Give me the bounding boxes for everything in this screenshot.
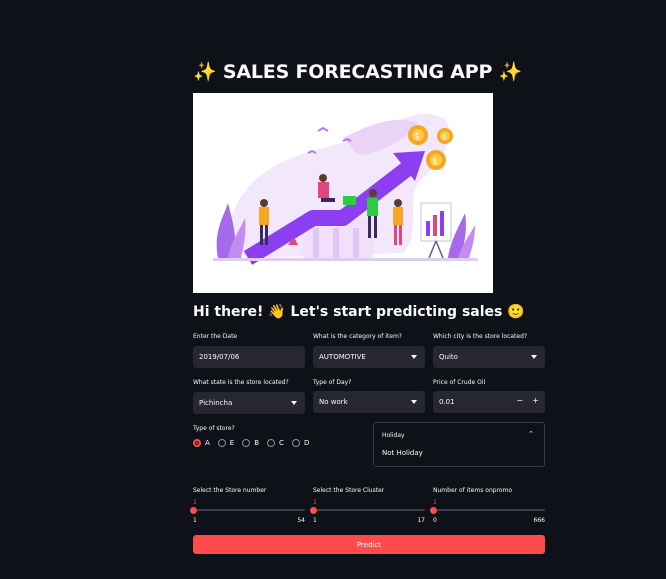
onpromo-slider[interactable]: 1 0 666 [430, 499, 545, 539]
store-type-radio-group: A E B C D [193, 439, 309, 447]
chevron-up-icon[interactable]: ⌃ [528, 430, 534, 438]
page-title: ✨ SALES FORECASTING APP ✨ [193, 60, 545, 83]
city-select[interactable]: Quito [433, 346, 545, 368]
category-select-value: AUTOMOTIVE [319, 353, 366, 361]
slider-max: 666 [533, 517, 545, 524]
slider-max: 54 [297, 517, 305, 524]
slider-min: 0 [433, 517, 437, 524]
radio-label: D [303, 439, 310, 447]
slider-max: 17 [417, 517, 425, 524]
category-label: What is the category of item? [313, 333, 402, 340]
svg-text:$: $ [414, 132, 420, 142]
plus-icon[interactable]: + [532, 396, 539, 405]
greeting-heading: Hi there! 👋 Let's start predicting sales… [193, 304, 525, 320]
page-title-text: SALES FORECASTING APP [222, 61, 493, 83]
radio-label: A [205, 439, 210, 447]
predict-button[interactable]: Predict [193, 535, 545, 554]
city-label: Which city is the store located? [433, 333, 528, 340]
store-type-option-a[interactable]: A [193, 439, 210, 447]
state-select[interactable]: Pichincha [193, 392, 305, 414]
store-cluster-slider[interactable]: 1 1 17 [310, 499, 425, 539]
store-type-option-b[interactable]: B [242, 439, 259, 447]
oil-price-value: 0.01 [439, 398, 455, 406]
slider-track[interactable] [433, 509, 545, 511]
slider-current-value: 1 [433, 499, 437, 506]
radio-selected-icon [193, 439, 201, 447]
store-number-label: Select the Store number [193, 487, 267, 494]
radio-label: C [279, 439, 284, 447]
radio-label: E [229, 439, 235, 447]
slider-current-value: 1 [313, 499, 317, 506]
date-input[interactable]: 2019/07/06 [193, 346, 305, 368]
state-select-value: Pichincha [199, 399, 233, 407]
radio-label: B [254, 439, 260, 447]
svg-text:$: $ [432, 157, 438, 167]
sparkles-icon: ✨ [498, 61, 523, 83]
slider-track[interactable] [313, 509, 425, 511]
slider-thumb[interactable] [190, 507, 197, 514]
store-cluster-label: Select the Store Cluster [313, 487, 385, 494]
sparkles-icon: ✨ [193, 61, 217, 83]
holiday-expander-title: Holiday [382, 432, 405, 439]
holiday-value: Not Holiday [382, 449, 423, 457]
store-type-option-e[interactable]: E [217, 439, 235, 447]
store-type-option-d[interactable]: D [291, 439, 310, 447]
category-select[interactable]: AUTOMOTIVE [313, 346, 425, 368]
onpromo-label: Number of items onpromo [433, 487, 513, 494]
slider-thumb[interactable] [430, 507, 438, 514]
date-label: Enter the Date [193, 333, 238, 340]
slider-thumb[interactable] [310, 507, 317, 514]
radio-icon [267, 439, 276, 447]
day-type-select[interactable]: No work [313, 391, 425, 413]
radio-icon [242, 439, 251, 447]
city-select-value: Quito [439, 353, 458, 361]
oil-price-label: Price of Crude Oil [433, 379, 486, 386]
holiday-expander[interactable]: Holiday ⌃ Not Holiday [373, 422, 545, 467]
sales-illustration: $ $ $ [193, 93, 493, 293]
slider-track[interactable] [193, 509, 305, 511]
radio-icon [217, 439, 226, 447]
minus-icon[interactable]: − [516, 396, 523, 405]
slider-min: 1 [313, 517, 317, 524]
state-label: What state is the store located? [193, 379, 289, 386]
slider-current-value: 1 [193, 499, 197, 506]
store-type-label: Type of store? [193, 425, 235, 432]
day-type-select-value: No work [319, 398, 348, 406]
store-type-option-c[interactable]: C [267, 439, 284, 447]
oil-price-input[interactable]: 0.01 − + [433, 391, 545, 413]
store-number-slider[interactable]: 1 1 54 [190, 499, 305, 539]
radio-icon [291, 439, 300, 447]
day-type-label: Type of Day? [313, 379, 352, 386]
svg-text:$: $ [442, 133, 446, 141]
slider-min: 1 [193, 517, 197, 524]
